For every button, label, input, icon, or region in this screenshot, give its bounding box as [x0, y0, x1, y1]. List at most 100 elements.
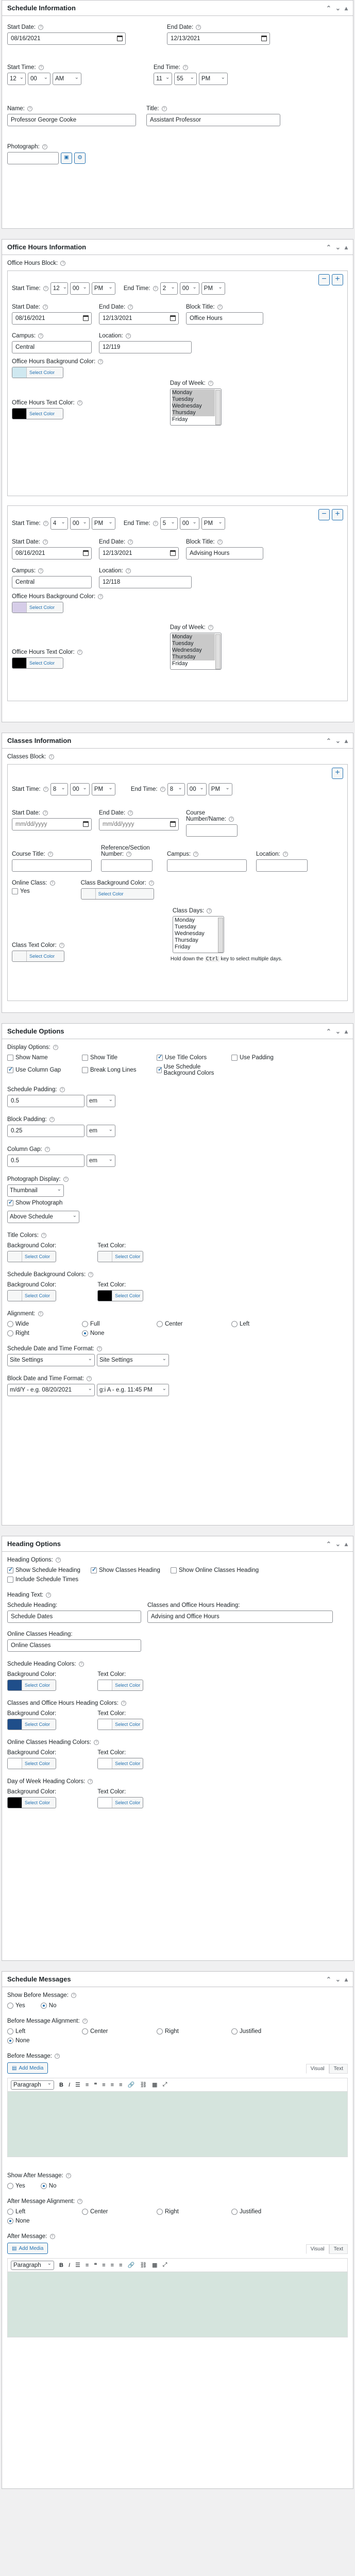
help-icon[interactable]: ?: [282, 851, 288, 857]
toggle-icon[interactable]: ▴: [345, 5, 348, 12]
help-icon[interactable]: ?: [98, 359, 104, 364]
help-icon[interactable]: ?: [38, 1311, 43, 1316]
help-icon[interactable]: ?: [53, 1044, 58, 1050]
start-minute-select[interactable]: 00: [70, 517, 90, 530]
radio[interactable]: [7, 2183, 13, 2189]
calendar-icon[interactable]: [170, 821, 176, 827]
online-heading-input[interactable]: [7, 1639, 141, 1652]
after-yes-radio[interactable]: Yes: [7, 2183, 25, 2189]
title-text-color-picker[interactable]: Select Color: [97, 1251, 144, 1262]
align-center-icon[interactable]: ≡: [111, 2262, 114, 2268]
radio[interactable]: [40, 2183, 47, 2189]
help-icon[interactable]: ?: [88, 1272, 94, 1277]
oh-text-color-picker[interactable]: Select Color: [12, 657, 63, 669]
help-icon[interactable]: ?: [47, 851, 53, 857]
photograph-input[interactable]: [7, 152, 59, 164]
help-icon[interactable]: ?: [153, 285, 158, 291]
display-option-checkbox[interactable]: Use Padding: [231, 1055, 306, 1061]
radio[interactable]: [7, 1330, 13, 1336]
before-align-radio[interactable]: Right: [157, 2028, 231, 2035]
radio[interactable]: [40, 2003, 47, 2009]
help-icon[interactable]: ?: [60, 260, 66, 266]
sched-text-color-picker[interactable]: Select Color: [97, 1290, 144, 1301]
class-end-ampm[interactable]: PM: [208, 783, 232, 795]
block-padding-input[interactable]: [7, 1125, 84, 1137]
quote-icon[interactable]: ❝: [94, 2262, 97, 2268]
display-option-checkbox[interactable]: Use Schedule Background Colors: [157, 1064, 231, 1076]
visual-tab[interactable]: Visual: [306, 2244, 329, 2254]
time-format-select[interactable]: Site Settings: [97, 1354, 169, 1366]
oh-bg-color-picker[interactable]: Select Color: [12, 367, 63, 378]
location-input[interactable]: [99, 576, 192, 588]
day-option[interactable]: Tuesday: [172, 640, 215, 647]
end-hour-select[interactable]: 5: [160, 517, 178, 530]
heading-text-color-picker[interactable]: Select Color: [97, 1680, 144, 1691]
radio[interactable]: [7, 2038, 13, 2044]
help-icon[interactable]: ?: [88, 1778, 93, 1784]
help-icon[interactable]: ?: [38, 64, 44, 70]
class-end-date-input[interactable]: [99, 818, 179, 831]
campus-input[interactable]: [12, 341, 92, 353]
block-time-format-select[interactable]: g:i A - e.g. 11:45 PM: [97, 1384, 169, 1396]
toggle-icon[interactable]: ▴: [345, 1976, 348, 1983]
start-date-input[interactable]: [12, 547, 92, 560]
help-icon[interactable]: ?: [161, 106, 167, 111]
help-icon[interactable]: ?: [49, 2233, 55, 2239]
after-textarea[interactable]: [8, 2272, 347, 2337]
help-icon[interactable]: ?: [208, 624, 213, 630]
add-block-button[interactable]: +: [332, 768, 343, 779]
campus-input[interactable]: [167, 859, 247, 872]
move-down-icon[interactable]: ⌄: [335, 1028, 341, 1035]
day-option[interactable]: Thursday: [175, 937, 217, 944]
start-ampm-select[interactable]: PM: [91, 282, 115, 295]
end-ampm-select[interactable]: PM: [201, 517, 225, 530]
day-option[interactable]: Tuesday: [172, 396, 215, 403]
calendar-icon[interactable]: [83, 550, 89, 556]
schedule-padding-unit[interactable]: em: [87, 1095, 115, 1107]
help-icon[interactable]: ?: [59, 1087, 65, 1092]
class-bg-color-picker[interactable]: Select Color: [80, 888, 154, 900]
class-start-min[interactable]: 00: [70, 783, 90, 795]
help-icon[interactable]: ?: [128, 539, 133, 545]
numbered-list-icon[interactable]: ≡: [86, 2082, 89, 2088]
help-icon[interactable]: ?: [55, 2053, 60, 2059]
heading-text-color-picker[interactable]: Select Color: [97, 1719, 144, 1730]
help-icon[interactable]: ?: [125, 333, 131, 338]
fullscreen-icon[interactable]: ⤢: [163, 2081, 167, 2088]
help-icon[interactable]: ?: [59, 942, 64, 948]
toggle-icon[interactable]: ▴: [345, 244, 348, 251]
radio[interactable]: [7, 1321, 13, 1327]
help-icon[interactable]: ?: [229, 816, 234, 822]
class-start-ampm[interactable]: PM: [91, 783, 115, 795]
after-align-radio[interactable]: Justified: [231, 2209, 306, 2215]
heading-text-color-picker[interactable]: Select Color: [97, 1758, 144, 1769]
start-hour-select[interactable]: 12: [7, 73, 26, 85]
classes-oh-heading-input[interactable]: [147, 1611, 333, 1623]
help-icon[interactable]: ?: [217, 304, 223, 310]
help-icon[interactable]: ?: [43, 285, 48, 291]
text-tab[interactable]: Text: [329, 2244, 348, 2254]
start-hour-select[interactable]: 12: [50, 282, 68, 295]
end-minute-select[interactable]: 00: [179, 517, 199, 530]
checkbox[interactable]: [82, 1055, 88, 1061]
after-align-radio[interactable]: Left: [7, 2209, 82, 2215]
radio[interactable]: [231, 2209, 238, 2215]
radio[interactable]: [7, 2003, 13, 2009]
location-input[interactable]: [99, 341, 192, 353]
heading-bg-color-picker[interactable]: Select Color: [7, 1719, 57, 1730]
align-left-icon[interactable]: ≡: [102, 2262, 105, 2268]
reference-input[interactable]: [101, 859, 153, 872]
help-icon[interactable]: ?: [193, 851, 199, 857]
day-of-week-list[interactable]: Monday Tuesday Wednesday Thursday Friday: [170, 633, 222, 670]
radio[interactable]: [157, 2028, 163, 2035]
end-date-input[interactable]: [99, 547, 179, 560]
course-title-input[interactable]: [12, 859, 92, 872]
end-ampm-select[interactable]: PM: [199, 73, 228, 85]
help-icon[interactable]: ?: [87, 1376, 92, 1381]
alignment-radio[interactable]: Wide: [7, 1321, 82, 1327]
help-icon[interactable]: ?: [182, 64, 188, 70]
italic-icon[interactable]: I: [69, 2262, 70, 2268]
day-option[interactable]: Monday: [172, 634, 215, 640]
format-select[interactable]: Paragraph: [11, 2080, 54, 2090]
move-up-icon[interactable]: ⌃: [326, 1028, 331, 1035]
